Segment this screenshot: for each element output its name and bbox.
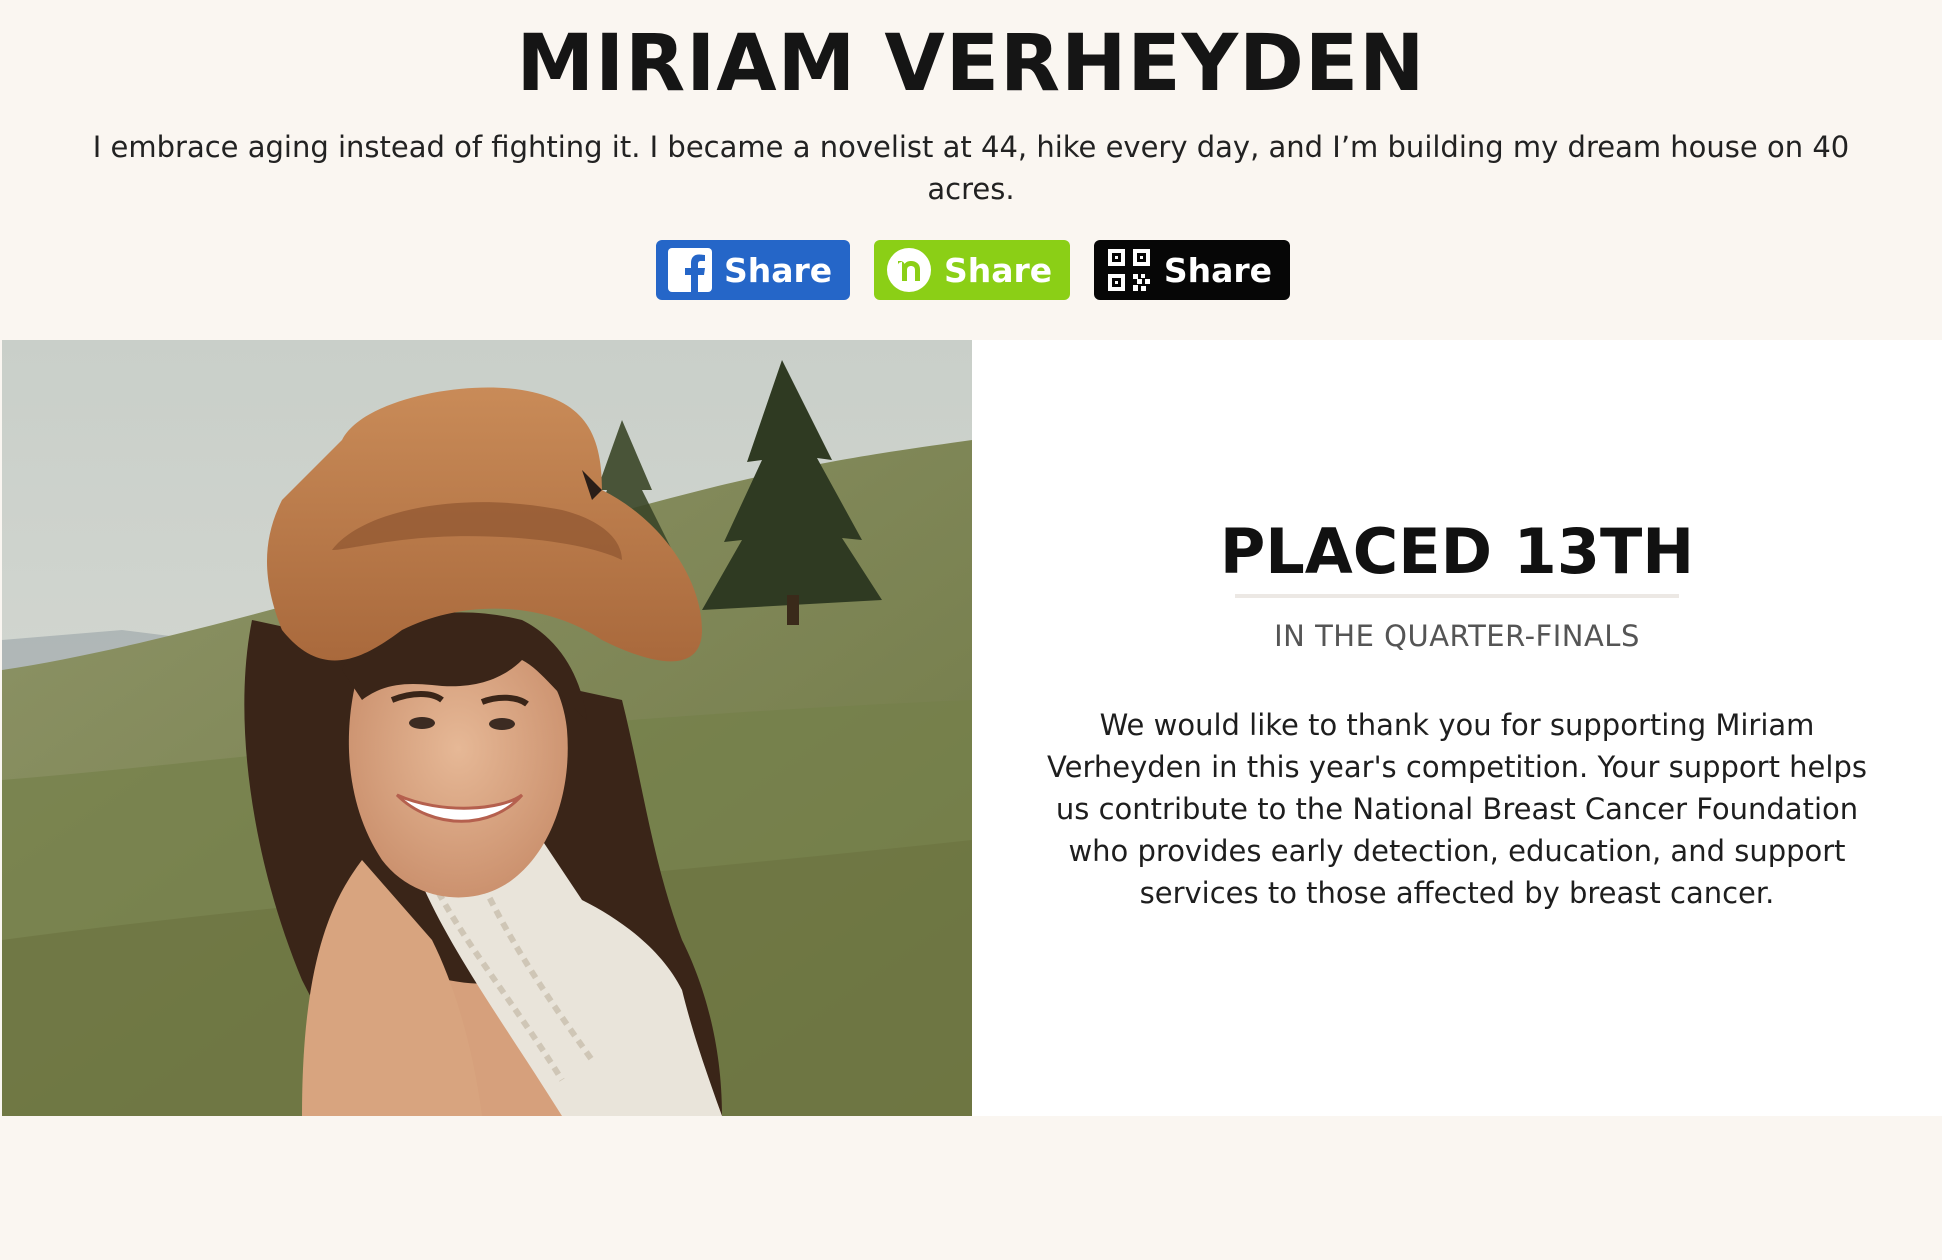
footer-space — [0, 1116, 1942, 1260]
contestant-photo — [2, 340, 972, 1116]
contestant-bio: I embrace aging instead of fighting it. … — [92, 130, 1850, 206]
placement-underline — [1235, 594, 1679, 598]
share-buttons: Share Share Share — [656, 240, 1290, 300]
qr-code-share-button[interactable]: Share — [1094, 240, 1290, 300]
round-label: IN THE QUARTER-FINALS — [1274, 619, 1640, 653]
thanks-message: We would like to thank you for supportin… — [1047, 708, 1867, 910]
facebook-share-button[interactable]: Share — [656, 240, 850, 300]
nextdoor-share-button[interactable]: Share — [874, 240, 1070, 300]
qr-code-icon — [1106, 247, 1152, 293]
facebook-share-label: Share — [724, 250, 833, 290]
placement-heading: PLACED 13TH — [1219, 515, 1695, 588]
contestant-name: MIRIAM VERHEYDEN — [516, 19, 1426, 109]
nextdoor-icon — [886, 247, 932, 293]
profile-header: MIRIAM VERHEYDEN I embrace aging instead… — [0, 0, 1942, 338]
nextdoor-share-label: Share — [944, 250, 1053, 290]
qr-code-share-label: Share — [1163, 250, 1272, 290]
facebook-icon — [668, 247, 712, 293]
